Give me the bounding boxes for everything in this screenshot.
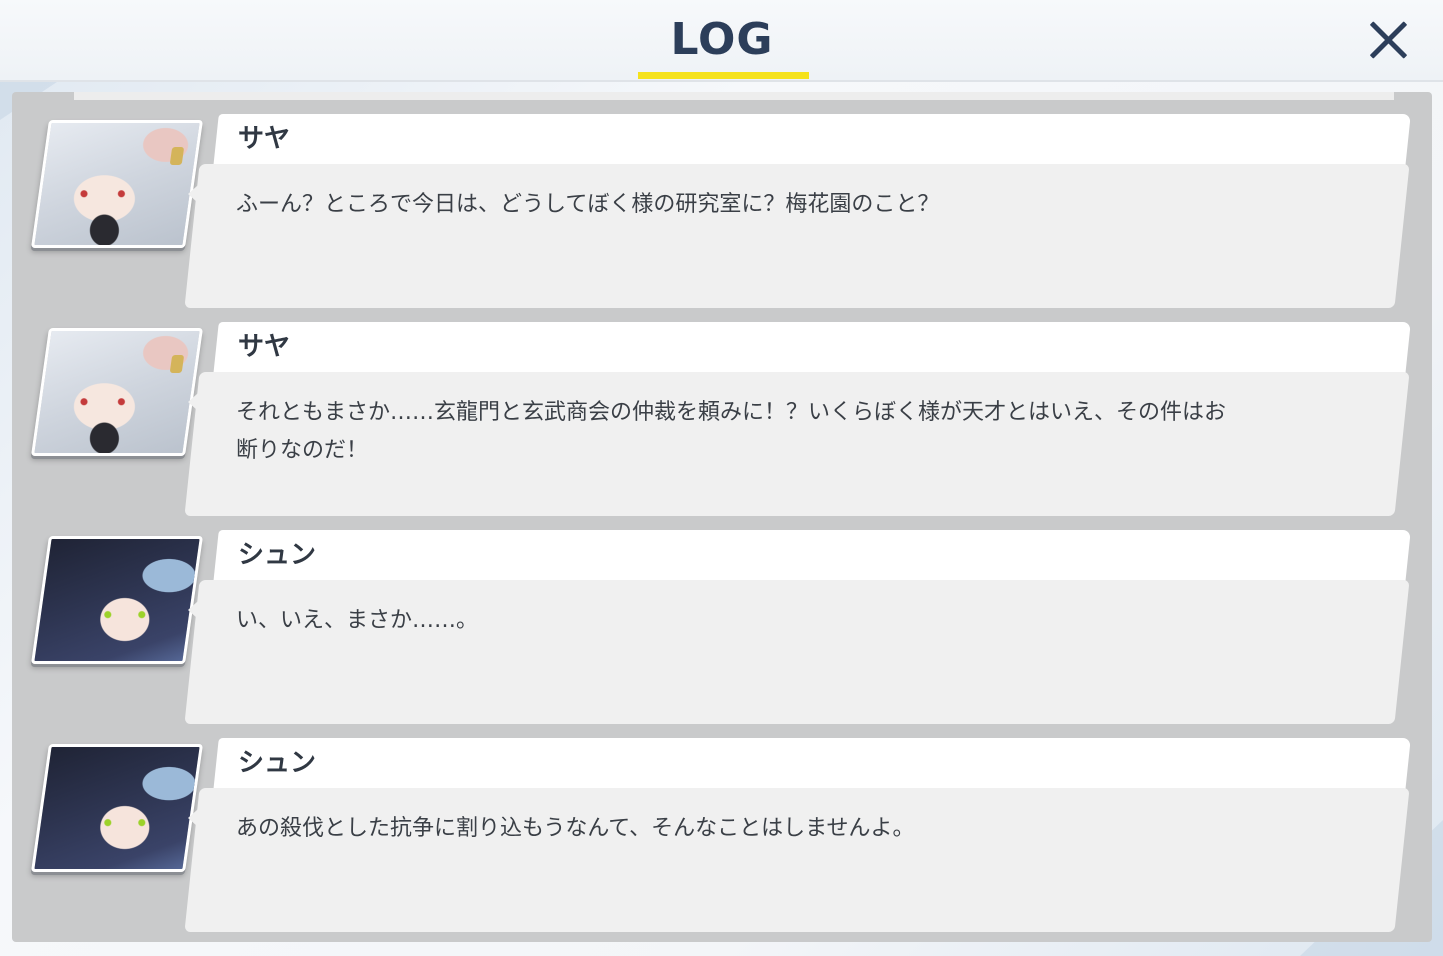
message-text: それともまさか……玄龍門と玄武商会の仲裁を頼みに！？いくらぼく様が天才とはいえ、…	[236, 400, 1227, 463]
speaker-name-bar	[213, 530, 1411, 584]
character-portrait[interactable]	[31, 328, 203, 456]
message-text: い、いえ、まさか……。	[236, 608, 479, 633]
character-portrait[interactable]	[31, 536, 203, 664]
badge-icon	[169, 147, 185, 165]
log-list[interactable]: サヤ ふーん？ところで今日は、どうしてぼく様の研究室に？梅花園のこと？ サヤ そ…	[12, 92, 1432, 942]
saya-portrait	[33, 331, 203, 453]
speaker-name-bar	[213, 738, 1411, 792]
title-underline	[638, 72, 809, 79]
bubble-tail	[188, 386, 206, 418]
log-entry: サヤ それともまさか……玄龍門と玄武商会の仲裁を頼みに！？いくらぼく様が天才とは…	[12, 300, 1432, 516]
shun-portrait	[33, 539, 203, 661]
page-title: LOG	[670, 14, 774, 65]
log-entry: サヤ ふーん？ところで今日は、どうしてぼく様の研究室に？梅花園のこと？	[12, 92, 1432, 308]
close-icon[interactable]	[1360, 12, 1416, 68]
speaker-name: サヤ	[238, 332, 291, 362]
character-portrait[interactable]	[31, 120, 203, 248]
speaker-name: シュン	[238, 748, 317, 778]
speaker-name-bar	[213, 114, 1411, 168]
log-entry: シュン あの殺伐とした抗争に割り込もうなんて、そんなことはしませんよ。	[12, 716, 1432, 932]
speaker-name: シュン	[238, 540, 317, 570]
saya-portrait	[33, 123, 203, 245]
speaker-name-bar	[213, 322, 1411, 376]
badge-icon	[169, 355, 185, 373]
bubble-tail	[188, 594, 206, 626]
bubble-tail	[188, 802, 206, 834]
shun-portrait	[33, 747, 203, 869]
header-bar: LOG	[0, 0, 1443, 82]
character-portrait[interactable]	[31, 744, 203, 872]
speaker-name: サヤ	[238, 124, 291, 154]
log-entry: シュン い、いえ、まさか……。	[12, 508, 1432, 724]
message-text: ふーん？ところで今日は、どうしてぼく様の研究室に？梅花園のこと？	[236, 192, 940, 217]
message-text: あの殺伐とした抗争に割り込もうなんて、そんなことはしませんよ。	[236, 816, 915, 841]
log-window: LOG サヤ ふーん？ところで今日は、どうしてぼく様の研究室に？梅花園のこと？	[0, 0, 1443, 956]
bubble-tail	[188, 178, 206, 210]
